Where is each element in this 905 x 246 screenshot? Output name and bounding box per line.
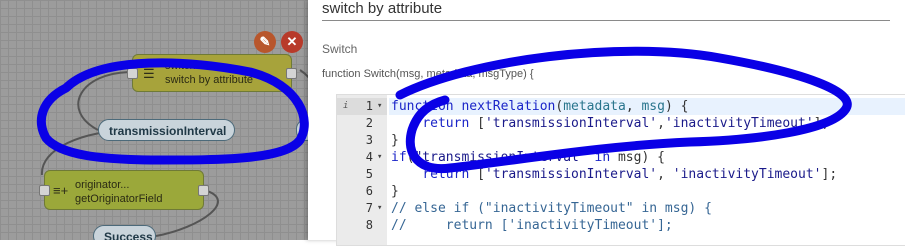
node-name: getOriginatorField bbox=[75, 193, 163, 205]
output-port[interactable] bbox=[198, 185, 209, 196]
line-number: 6 bbox=[365, 184, 373, 198]
node-type: switch bbox=[165, 60, 196, 72]
edit-node-button[interactable]: ✎ bbox=[254, 31, 276, 53]
input-port[interactable] bbox=[39, 185, 50, 196]
code-line[interactable]: 2 return ['transmissionInterval','inacti… bbox=[337, 115, 905, 132]
node-details-panel: switch by attribute Switch function Swit… bbox=[308, 0, 905, 246]
code-text: if("transmissionInterval" in msg) { bbox=[391, 150, 665, 165]
output-port[interactable] bbox=[286, 68, 297, 79]
code-text: } bbox=[391, 133, 399, 148]
add-list-icon: ≡+ bbox=[53, 183, 69, 198]
section-label: Switch bbox=[322, 42, 358, 56]
originator-field-node[interactable]: ≡+ originator... getOriginatorField bbox=[39, 170, 209, 210]
code-line[interactable]: 4 ▾ if("transmissionInterval" in msg) { bbox=[337, 149, 905, 166]
code-text: return ['transmissionInterval','inactivi… bbox=[422, 116, 830, 131]
relation-label-partial[interactable] bbox=[296, 119, 308, 141]
line-number: 8 bbox=[365, 218, 373, 232]
field-underline bbox=[322, 20, 890, 21]
close-icon: ✕ bbox=[286, 34, 298, 49]
delete-node-button[interactable]: ✕ bbox=[281, 31, 303, 53]
line-number: 5 bbox=[365, 167, 373, 181]
code-text: } bbox=[391, 184, 399, 199]
code-text: // return ['inactivityTimeout']; bbox=[391, 218, 673, 233]
switch-node[interactable]: ☰ switch switch by attribute bbox=[127, 54, 297, 92]
rule-chain-canvas[interactable]: ☰ switch switch by attribute ✎ ✕ transmi… bbox=[0, 0, 308, 240]
line-number: 2 bbox=[365, 116, 373, 130]
input-port[interactable] bbox=[127, 68, 138, 79]
code-text: // else if ("inactivityTimeout" in msg) … bbox=[391, 201, 712, 216]
code-text: return ['transmissionInterval', 'inactiv… bbox=[422, 167, 838, 182]
relation-label[interactable]: transmissionInterval bbox=[98, 119, 235, 141]
code-line[interactable]: 1 i ▾ function nextRelation(metadata, msg) … bbox=[337, 98, 905, 115]
node-name: switch by attribute bbox=[165, 74, 254, 86]
filter-icon: ☰ bbox=[143, 66, 155, 81]
node-type: originator... bbox=[75, 179, 130, 191]
line-number: 3 bbox=[365, 133, 373, 147]
fold-toggle-icon[interactable]: ▾ bbox=[377, 98, 385, 115]
fold-toggle-icon[interactable]: ▾ bbox=[377, 200, 385, 217]
code-line[interactable]: 6} bbox=[337, 183, 905, 200]
relation-label[interactable]: Success bbox=[93, 225, 156, 240]
code-line[interactable]: 5 return ['transmissionInterval', 'inact… bbox=[337, 166, 905, 183]
node-name-field[interactable]: switch by attribute bbox=[322, 0, 442, 17]
pencil-icon: ✎ bbox=[259, 34, 271, 49]
code-line[interactable]: 3} bbox=[337, 132, 905, 149]
function-signature: function Switch(msg, metadata, msgType) … bbox=[322, 68, 534, 80]
fold-toggle-icon[interactable]: ▾ bbox=[377, 149, 385, 166]
code-editor[interactable]: 1 i ▾ function nextRelation(metadata, msg) … bbox=[336, 94, 905, 246]
code-line[interactable]: 7 ▾// else if ("inactivityTimeout" in msg… bbox=[337, 200, 905, 217]
info-icon[interactable]: i bbox=[343, 98, 348, 115]
code-text: function nextRelation(metadata, msg) { bbox=[389, 98, 905, 115]
code-line[interactable]: 8 // return ['inactivityTimeout']; bbox=[337, 217, 905, 234]
